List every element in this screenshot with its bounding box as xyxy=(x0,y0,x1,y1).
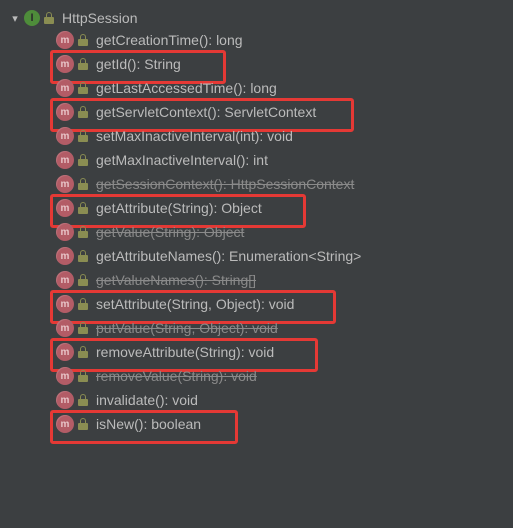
method-icon: m xyxy=(56,31,74,49)
method-row[interactable]: m putValue(String, Object): void xyxy=(56,316,513,340)
method-row[interactable]: m getAttributeNames(): Enumeration<String… xyxy=(56,244,513,268)
method-icon: m xyxy=(56,103,74,121)
method-icon: m xyxy=(56,343,74,361)
method-row[interactable]: m getId(): String xyxy=(56,52,513,76)
lock-icon xyxy=(78,298,88,310)
lock-icon xyxy=(78,274,88,286)
method-icon: m xyxy=(56,367,74,385)
lock-icon xyxy=(78,226,88,238)
method-label: getCreationTime(): long xyxy=(96,32,243,48)
method-row[interactable]: m removeValue(String): void xyxy=(56,364,513,388)
method-row[interactable]: m getCreationTime(): long xyxy=(56,28,513,52)
method-label: getServletContext(): ServletContext xyxy=(96,104,316,120)
method-label: removeAttribute(String): void xyxy=(96,344,274,360)
lock-icon xyxy=(44,12,54,24)
method-icon: m xyxy=(56,271,74,289)
method-row[interactable]: m isNew(): boolean xyxy=(56,412,513,436)
method-row[interactable]: m getValue(String): Object xyxy=(56,220,513,244)
method-label: getValueNames(): String[] xyxy=(96,272,256,288)
method-icon: m xyxy=(56,127,74,145)
lock-icon xyxy=(78,250,88,262)
tree-root-row[interactable]: ▾ I HttpSession xyxy=(8,8,513,28)
method-icon: m xyxy=(56,223,74,241)
method-row[interactable]: m getServletContext(): ServletContext xyxy=(56,100,513,124)
method-row[interactable]: m invalidate(): void xyxy=(56,388,513,412)
method-icon: m xyxy=(56,295,74,313)
method-icon: m xyxy=(56,247,74,265)
method-label: getId(): String xyxy=(96,56,181,72)
lock-icon xyxy=(78,154,88,166)
method-icon: m xyxy=(56,55,74,73)
method-label: getMaxInactiveInterval(): int xyxy=(96,152,268,168)
method-label: getSessionContext(): HttpSessionContext xyxy=(96,176,354,192)
lock-icon xyxy=(78,322,88,334)
lock-icon xyxy=(78,394,88,406)
method-row[interactable]: m setAttribute(String, Object): void xyxy=(56,292,513,316)
interface-icon: I xyxy=(24,10,40,26)
lock-icon xyxy=(78,106,88,118)
lock-icon xyxy=(78,58,88,70)
chevron-down-icon[interactable]: ▾ xyxy=(8,12,22,25)
method-label: setMaxInactiveInterval(int): void xyxy=(96,128,293,144)
lock-icon xyxy=(78,130,88,142)
lock-icon xyxy=(78,346,88,358)
method-icon: m xyxy=(56,319,74,337)
method-label: invalidate(): void xyxy=(96,392,198,408)
method-icon: m xyxy=(56,415,74,433)
method-row[interactable]: m getValueNames(): String[] xyxy=(56,268,513,292)
method-icon: m xyxy=(56,391,74,409)
lock-icon xyxy=(78,202,88,214)
method-row[interactable]: m setMaxInactiveInterval(int): void xyxy=(56,124,513,148)
method-list: m getCreationTime(): long m getId(): String… xyxy=(8,28,513,436)
lock-icon xyxy=(78,178,88,190)
method-label: getLastAccessedTime(): long xyxy=(96,80,277,96)
method-label: setAttribute(String, Object): void xyxy=(96,296,294,312)
lock-icon xyxy=(78,370,88,382)
method-label: putValue(String, Object): void xyxy=(96,320,278,336)
method-icon: m xyxy=(56,151,74,169)
structure-tree: ▾ I HttpSession m getCreationTime(): long… xyxy=(0,0,513,436)
method-row[interactable]: m getAttribute(String): Object xyxy=(56,196,513,220)
root-label: HttpSession xyxy=(62,10,137,26)
lock-icon xyxy=(78,82,88,94)
method-icon: m xyxy=(56,199,74,217)
method-row[interactable]: m removeAttribute(String): void xyxy=(56,340,513,364)
method-row[interactable]: m getLastAccessedTime(): long xyxy=(56,76,513,100)
method-label: getAttribute(String): Object xyxy=(96,200,262,216)
method-label: getAttributeNames(): Enumeration<String> xyxy=(96,248,361,264)
lock-icon xyxy=(78,418,88,430)
method-row[interactable]: m getMaxInactiveInterval(): int xyxy=(56,148,513,172)
method-label: isNew(): boolean xyxy=(96,416,201,432)
lock-icon xyxy=(78,34,88,46)
method-icon: m xyxy=(56,79,74,97)
method-icon: m xyxy=(56,175,74,193)
method-row[interactable]: m getSessionContext(): HttpSessionContext xyxy=(56,172,513,196)
method-label: getValue(String): Object xyxy=(96,224,244,240)
method-label: removeValue(String): void xyxy=(96,368,257,384)
